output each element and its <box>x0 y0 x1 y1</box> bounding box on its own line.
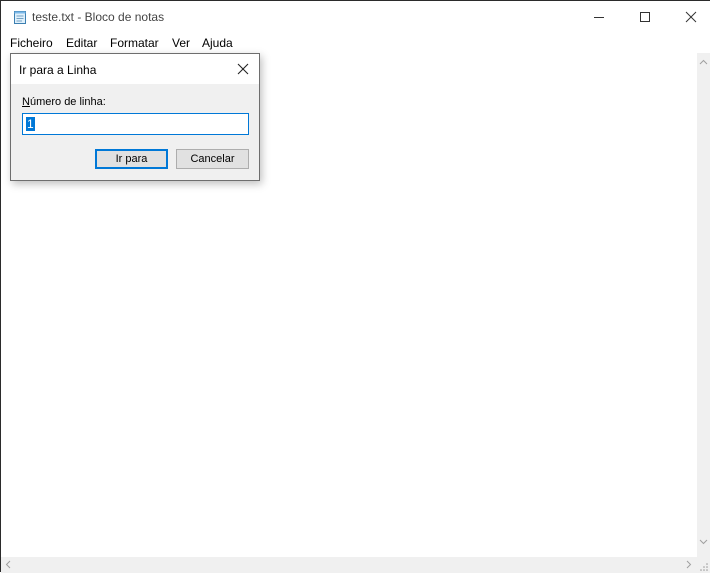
close-icon <box>685 11 697 23</box>
menu-ver[interactable]: Ver <box>172 36 190 50</box>
close-button[interactable] <box>668 1 710 33</box>
line-number-input[interactable] <box>22 113 249 135</box>
minimize-button[interactable] <box>576 1 622 33</box>
dialog-close-button[interactable] <box>233 60 253 78</box>
scroll-right-icon[interactable] <box>686 560 692 571</box>
menu-formatar[interactable]: Formatar <box>110 36 159 50</box>
menu-ajuda[interactable]: Ajuda <box>202 36 233 50</box>
cancel-button[interactable]: Cancelar <box>176 149 249 169</box>
menu-ficheiro[interactable]: Ficheiro <box>10 36 53 50</box>
line-number-label-text: úmero de linha: <box>29 96 106 108</box>
notepad-icon <box>14 11 26 24</box>
dialog-title-bar[interactable]: Ir para a Linha <box>11 54 259 84</box>
line-number-selected-value: 1 <box>26 117 35 131</box>
vertical-scrollbar[interactable] <box>697 53 710 557</box>
window-title: teste.txt - Bloco de notas <box>32 10 165 24</box>
maximize-button[interactable] <box>622 1 668 33</box>
horizontal-scrollbar[interactable] <box>1 557 697 573</box>
scroll-left-icon[interactable] <box>5 560 11 571</box>
go-to-line-dialog: Ir para a Linha Número de linha: 1 Ir pa… <box>10 53 260 181</box>
resize-grip[interactable] <box>697 557 710 573</box>
menu-bar: Ficheiro Editar Formatar Ver Ajuda <box>1 33 710 54</box>
title-bar[interactable]: teste.txt - Bloco de notas <box>1 1 710 33</box>
minimize-icon <box>594 17 604 18</box>
scroll-down-icon[interactable] <box>699 537 708 547</box>
close-icon <box>237 63 249 75</box>
line-number-label-accesskey: N <box>22 96 30 108</box>
dialog-title: Ir para a Linha <box>19 63 97 77</box>
maximize-icon <box>640 12 650 22</box>
line-number-label: Número de linha: <box>22 96 106 108</box>
resize-grip-icon <box>700 563 708 571</box>
scroll-up-icon[interactable] <box>699 57 708 67</box>
go-to-button[interactable]: Ir para <box>95 149 168 169</box>
menu-editar[interactable]: Editar <box>66 36 97 50</box>
